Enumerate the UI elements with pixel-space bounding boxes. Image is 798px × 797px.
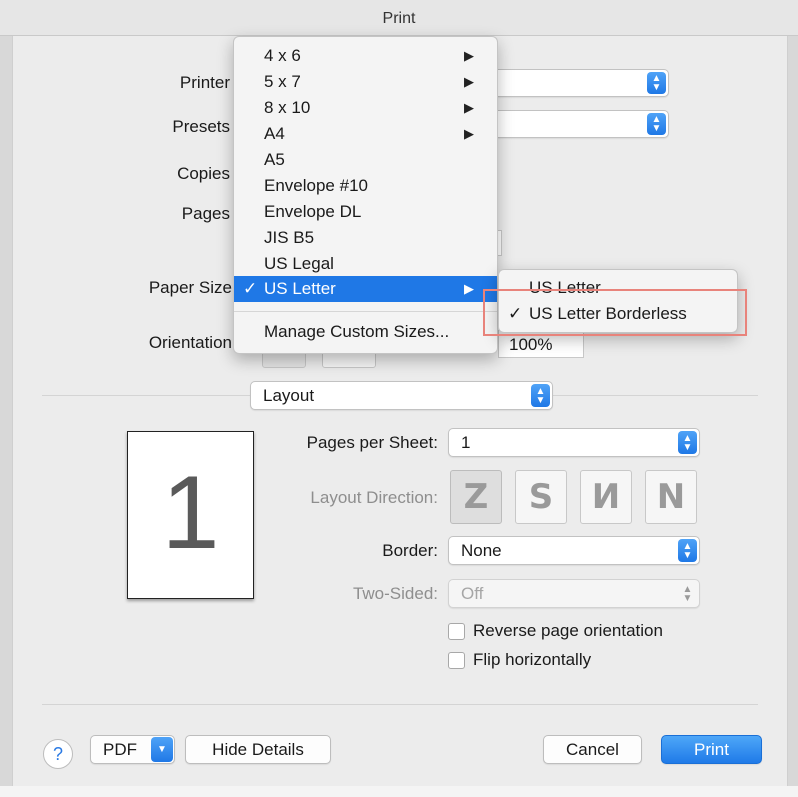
layout-z-icon: Z bbox=[463, 477, 489, 517]
flip-horizontally-label: Flip horizontally bbox=[473, 650, 592, 669]
presets-label: Presets bbox=[172, 117, 230, 136]
submenu-arrow-icon: ▶ bbox=[464, 281, 474, 296]
pdf-label: PDF bbox=[103, 740, 137, 759]
background-window-edge bbox=[0, 36, 12, 797]
popup-arrows-icon: ▲ ▼ bbox=[678, 539, 697, 562]
pages-label: Pages bbox=[181, 204, 230, 223]
submenu-arrow-icon: ▶ bbox=[464, 126, 474, 141]
popup-arrows-icon: ▲ ▼ bbox=[531, 384, 550, 407]
cancel-button[interactable]: Cancel bbox=[543, 735, 642, 764]
paper-size-label: Paper Size bbox=[148, 278, 232, 297]
pages-per-sheet-value: 1 bbox=[461, 432, 471, 452]
two-sided-popup[interactable]: Off ▲ ▼ bbox=[448, 579, 700, 608]
section-popup-value: Layout bbox=[263, 385, 315, 405]
layout-direction-reverse-n-button[interactable]: И bbox=[580, 470, 632, 524]
border-label: Border: bbox=[382, 541, 438, 560]
paper-size-item-jis-b5[interactable]: JIS B5 bbox=[234, 225, 497, 251]
submenu-arrow-icon: ▶ bbox=[464, 74, 474, 89]
window-title: Print bbox=[382, 10, 416, 27]
manage-custom-sizes-item[interactable]: Manage Custom Sizes... bbox=[234, 319, 497, 345]
layout-direction-z-button[interactable]: Z bbox=[450, 470, 502, 524]
border-value: None bbox=[461, 540, 502, 560]
paper-size-item-envelope-dl[interactable]: Envelope DL bbox=[234, 199, 497, 225]
paper-size-item-a4[interactable]: A4 ▶ bbox=[234, 121, 497, 147]
annotation-highlight-box bbox=[483, 289, 747, 336]
orientation-label: Orientation bbox=[148, 333, 232, 352]
page-preview: 1 bbox=[127, 431, 254, 599]
paper-size-item-4x6[interactable]: 4 x 6 ▶ bbox=[234, 43, 497, 69]
paper-size-item-envelope-10[interactable]: Envelope #10 bbox=[234, 173, 497, 199]
popup-arrows-icon: ▲ ▼ bbox=[678, 431, 697, 454]
flip-horizontally-checkbox[interactable] bbox=[448, 652, 465, 669]
print-button[interactable]: Print bbox=[661, 735, 762, 764]
printer-label: Printer bbox=[179, 73, 230, 92]
layout-n-icon: N bbox=[656, 477, 686, 517]
pdf-button[interactable]: PDF ▼ bbox=[90, 735, 175, 764]
layout-reverse-n-icon: И bbox=[591, 477, 621, 517]
border-popup[interactable]: None ▲ ▼ bbox=[448, 536, 700, 565]
submenu-arrow-icon: ▶ bbox=[464, 48, 474, 63]
presets-popup[interactable]: ▲ ▼ bbox=[480, 110, 669, 138]
background-window-edge bbox=[788, 36, 798, 797]
footer-divider bbox=[42, 704, 758, 705]
paper-size-item-us-letter[interactable]: ✓ US Letter ▶ bbox=[234, 276, 497, 302]
paper-size-item-5x7[interactable]: 5 x 7 ▶ bbox=[234, 69, 497, 95]
reverse-orientation-checkbox[interactable] bbox=[448, 623, 465, 640]
paper-size-item-8x10[interactable]: 8 x 10 ▶ bbox=[234, 95, 497, 121]
popup-arrows-icon: ▲ ▼ bbox=[647, 72, 666, 94]
pages-per-sheet-popup[interactable]: 1 ▲ ▼ bbox=[448, 428, 700, 457]
layout-direction-n-button[interactable]: N bbox=[645, 470, 697, 524]
preview-page-number: 1 bbox=[161, 455, 220, 571]
paper-size-item-a5[interactable]: A5 bbox=[234, 147, 497, 173]
background-window-edge bbox=[0, 786, 798, 797]
help-button[interactable]: ? bbox=[43, 739, 73, 769]
paper-size-item-us-legal[interactable]: US Legal bbox=[234, 251, 497, 277]
menu-separator bbox=[234, 311, 497, 312]
layout-direction-reverse-z-button[interactable]: S bbox=[515, 470, 567, 524]
reverse-orientation-label: Reverse page orientation bbox=[473, 621, 663, 640]
layout-direction-label: Layout Direction: bbox=[310, 488, 438, 507]
hide-details-button[interactable]: Hide Details bbox=[185, 735, 331, 764]
section-popup[interactable]: Layout ▲ ▼ bbox=[250, 381, 553, 410]
pages-per-sheet-label: Pages per Sheet: bbox=[306, 433, 438, 452]
copies-label: Copies bbox=[177, 164, 230, 183]
submenu-arrow-icon: ▶ bbox=[464, 100, 474, 115]
layout-reverse-z-icon: S bbox=[528, 477, 554, 517]
two-sided-value: Off bbox=[461, 583, 484, 603]
pdf-dropdown-chevron-icon[interactable]: ▼ bbox=[151, 737, 173, 762]
paper-size-menu: 4 x 6 ▶ 5 x 7 ▶ 8 x 10 ▶ A4 ▶ A5 Envelop… bbox=[233, 36, 498, 354]
popup-arrows-icon: ▲ ▼ bbox=[682, 583, 693, 604]
two-sided-label: Two-Sided: bbox=[352, 584, 438, 603]
printer-popup[interactable]: ▲ ▼ bbox=[480, 69, 669, 97]
popup-arrows-icon: ▲ ▼ bbox=[647, 113, 666, 135]
checkmark-icon: ✓ bbox=[243, 279, 258, 298]
